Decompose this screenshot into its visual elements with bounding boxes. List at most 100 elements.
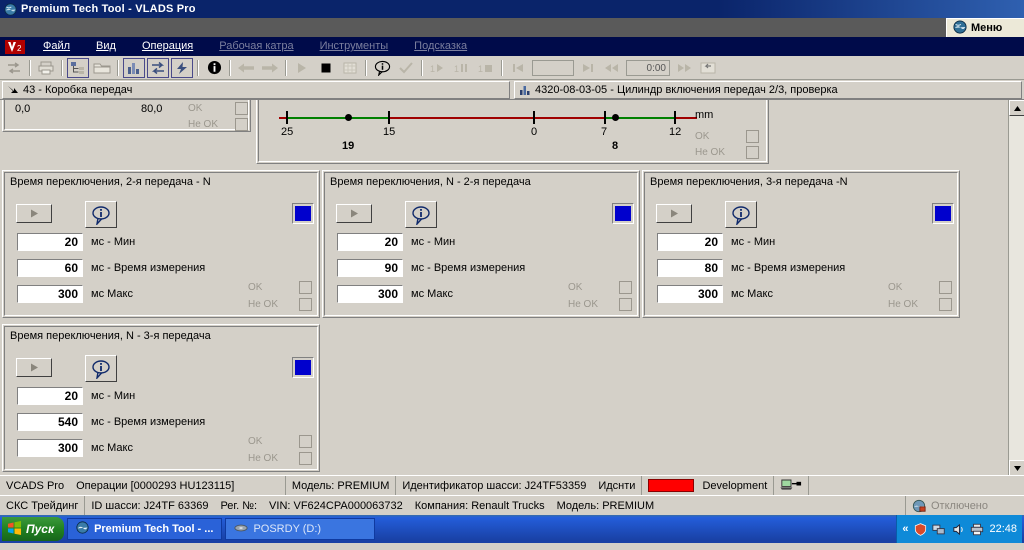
menu-button-label: Меню [971,22,1003,34]
gauge-notok-checkbox[interactable] [746,146,759,159]
min-value-field-1[interactable]: 20 [17,233,83,251]
info-button-1[interactable] [85,201,117,228]
shield-icon[interactable] [913,522,927,536]
exchange-icon-button[interactable] [147,57,169,78]
skip-end-icon-button[interactable] [577,58,599,78]
run-test-button-1[interactable] [16,204,52,223]
grid-icon-button[interactable] [339,58,361,78]
speech-info-icon-button[interactable] [371,58,393,78]
partial-left-ok-checkbox[interactable] [235,102,248,115]
tray-expand-chevron-icon[interactable]: « [902,523,908,535]
gauge-ok-checkbox[interactable] [746,130,759,143]
printer-icon[interactable] [970,522,984,536]
folder-icon-button[interactable] [91,58,113,78]
notok-checkbox-2[interactable] [619,298,632,311]
checkmark-icon-button[interactable] [395,58,417,78]
transfer-icon-button[interactable] [3,58,25,78]
max-value-field-1[interactable]: 300 [17,285,83,303]
tree-view-icon-button[interactable] [67,57,89,78]
min-value-field-2[interactable]: 20 [337,233,403,251]
max-value-field-4[interactable]: 300 [17,439,83,457]
notok-checkbox-1[interactable] [299,298,312,311]
scroll-up-icon[interactable] [1009,100,1024,116]
step-stop-icon-button[interactable]: 1 [475,58,497,78]
tab-cylinder-test[interactable]: 4320-08-03-05 - Цилиндр включения переда… [514,81,1022,99]
tray-clock[interactable]: 22:48 [989,523,1017,535]
menu-item-file[interactable]: Файл [30,37,83,56]
taskbar-item-premium-tech-tool[interactable]: Premium Tech Tool - ... [67,518,223,540]
ok-checkbox-4[interactable] [299,435,312,448]
status-connection-state[interactable]: Отключено [906,496,1024,515]
status-indicator-2 [612,203,634,224]
network-icon[interactable] [932,522,946,536]
arrow-right-icon-button[interactable] [259,58,281,78]
status-bar-top: VCADS Pro Операции [0000293 HU123115] Мо… [0,475,1024,495]
tab-gearbox[interactable]: 43 - Коробка передач [2,81,510,99]
menu-item-help[interactable]: Подсказка [401,37,480,56]
menu-item-tools[interactable]: Инструменты [307,37,402,56]
loop-icon-button[interactable] [697,58,719,78]
ok-checkbox-3[interactable] [939,281,952,294]
gauge-segment-red-middle [390,117,606,119]
arrow-left-icon-button[interactable] [235,58,257,78]
rewind-icon-button[interactable] [601,58,623,78]
measured-value-field-1[interactable]: 60 [17,259,83,277]
panel-shift-time-n-to-2-title: Время переключения, N - 2-я передача [330,176,531,188]
min-label-4: мс - Мин [91,390,136,402]
scroll-down-icon[interactable] [1009,460,1024,475]
measured-value-field-2[interactable]: 90 [337,259,403,277]
client-area: 0,0 80,0 OK Не OK 25 15 0 7 12 19 8 mm O… [0,99,1024,475]
max-value-field-2[interactable]: 300 [337,285,403,303]
max-value-field-3[interactable]: 300 [657,285,723,303]
panel-shift-time-n-to-2: Время переключения, N - 2-я передача 20 … [322,170,640,318]
measured-value-field-4[interactable]: 540 [17,413,83,431]
step-play-icon-button[interactable]: 1 [427,58,449,78]
menu-button[interactable]: Меню [946,18,1024,37]
info-button-3[interactable] [725,201,757,228]
menu-item-view[interactable]: Вид [83,37,129,56]
step-pause-icon-button[interactable]: 1 [451,58,473,78]
vertical-scrollbar[interactable] [1008,100,1024,475]
play-icon-button[interactable] [291,58,313,78]
windows-taskbar: Пуск Premium Tech Tool - ... POSRDY (D:)… [0,515,1024,543]
bar-chart-icon-button[interactable] [123,57,145,78]
start-button[interactable]: Пуск [2,517,65,541]
menu-item-worksheet[interactable]: Рабочая катра [206,37,306,56]
status-connection-cell[interactable] [774,476,810,495]
connection-status-label: Отключено [931,499,988,512]
min-value-field-3[interactable]: 20 [657,233,723,251]
status-model-bottom: Модель: PREMIUM [551,496,906,515]
run-test-button-2[interactable] [336,204,372,223]
menu-item-operation[interactable]: Операция [129,37,206,56]
taskbar-item-posrdy[interactable]: POSRDY (D:) [225,518,376,540]
ok-label-3: OK [888,282,903,293]
run-test-button-4[interactable] [16,358,52,377]
network-icon [912,499,926,512]
gauge-value-label-19: 19 [342,140,355,152]
stop-icon-button[interactable] [315,58,337,78]
print-icon-button[interactable] [35,58,57,78]
measured-value-field-3[interactable]: 80 [657,259,723,277]
max-label-1: мс Макс [91,288,133,300]
notok-checkbox-3[interactable] [939,298,952,311]
info-button-4[interactable] [85,355,117,382]
lightning-icon-button[interactable] [171,57,193,78]
status-reg-no: Рег. №: [220,499,258,512]
toolbar-separator [117,59,119,76]
notok-checkbox-4[interactable] [299,452,312,465]
notok-label-1: Не OK [248,299,279,310]
info-button-2[interactable] [405,201,437,228]
status-indicator-4 [292,357,314,378]
min-value-field-4[interactable]: 20 [17,387,83,405]
fast-forward-icon-button[interactable] [673,58,695,78]
skip-start-icon-button[interactable] [507,58,529,78]
ok-checkbox-2[interactable] [619,281,632,294]
info-circle-icon-button[interactable] [203,58,225,78]
ok-checkbox-1[interactable] [299,281,312,294]
run-test-button-3[interactable] [656,204,692,223]
app-globe-icon [3,2,17,16]
build-color-chip [648,479,695,492]
partial-left-notok-checkbox[interactable] [235,118,248,131]
volume-icon[interactable] [951,522,965,536]
notok-label-2: Не OK [568,299,599,310]
